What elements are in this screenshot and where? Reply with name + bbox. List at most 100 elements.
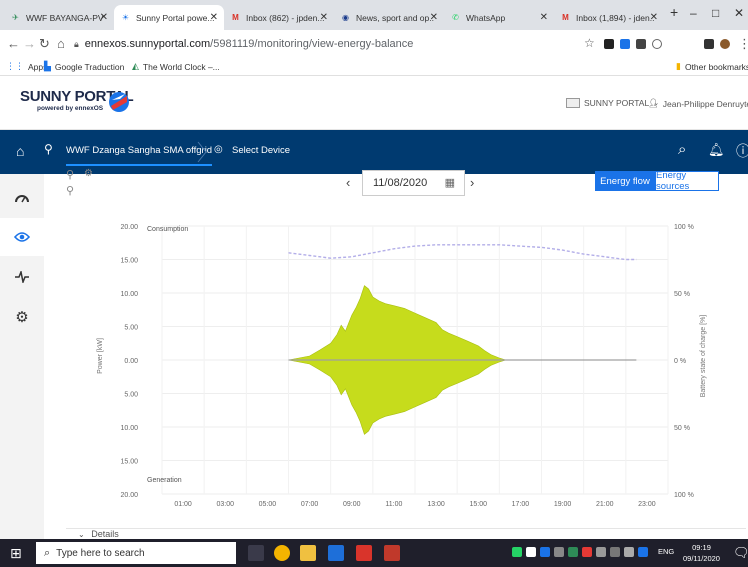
sidebar-item-monitoring[interactable] [0,218,44,256]
powerpoint-icon[interactable] [384,545,400,561]
select-device-link[interactable]: Select Device [232,145,290,156]
tab-sunny-portal[interactable]: ☀ Sunny Portal powe... ✕ [114,5,224,30]
folder-icon: ▮ [676,61,681,71]
forward-arrow-icon[interactable]: → [23,36,36,51]
close-window-button[interactable]: ✕ [734,6,744,20]
kebab-menu-icon[interactable]: ⋮ [738,36,748,52]
tab-favicon-icon: ☀ [121,13,130,22]
tab-inbox-1894[interactable]: M Inbox (1,894) - jden... ✕ [554,5,664,30]
taskbar-search-field[interactable]: ⌕ Type here to search [36,542,236,564]
url-host: ennexos.sunnyportal.com [84,38,211,50]
extension-icon[interactable] [636,39,646,49]
close-tab-icon[interactable]: ✕ [650,12,658,23]
profile-avatar-icon[interactable] [720,39,730,49]
task-view-icon[interactable] [248,545,264,561]
star-icon[interactable]: ☆ [584,36,595,50]
portal-menu[interactable]: SUNNY PORTAL ⌄ [566,98,659,108]
tray-icon[interactable] [512,547,522,557]
sidebar-item-settings[interactable]: ⚙ [0,298,44,336]
x-tick-label: 15:00 [469,501,487,508]
left-tick-label: 20.00 [120,224,138,231]
volume-icon[interactable] [624,547,634,557]
user-menu[interactable]: 👤︎ Jean-Philippe Denruyter [648,98,748,109]
language-indicator[interactable]: ENG [658,547,674,556]
portal-header: SUNNY PORTAL powered by ennexOS SUNNY PO… [0,77,748,130]
home-icon[interactable]: ⌂ [57,36,65,51]
bookmarks-bar: ⋮⋮ Apps ▙ Google Traduction ◭ The World … [0,58,748,76]
extension-icon[interactable] [620,39,630,49]
tab-whatsapp[interactable]: ✆ WhatsApp ✕ [444,5,554,30]
bell-icon[interactable]: 🔔︎ [708,142,725,158]
right-tick-label: 50 % [674,425,690,432]
chevron-down-icon: ⌄ [78,530,85,539]
tab-news[interactable]: ◉ News, sport and op... ✕ [334,5,444,30]
wifi-icon[interactable] [610,547,620,557]
back-arrow-icon[interactable]: ← [7,36,20,51]
extension-icon[interactable] [604,39,614,49]
app-icon[interactable] [356,545,372,561]
chrome-icon[interactable] [274,545,290,561]
restore-button[interactable]: □ [712,6,719,20]
search-icon[interactable]: ⌕ [678,141,686,158]
calendar-icon: ▦ [444,177,455,189]
address-bar-row: ← → ↻ ⌂ 🔒︎ ennexos.sunnyportal.com /5981… [0,30,748,58]
file-explorer-icon[interactable] [300,545,316,561]
taskbar-clock[interactable]: 09:19 09/11/2020 [683,542,720,564]
close-tab-icon[interactable]: ✕ [210,12,218,23]
previous-day-button[interactable]: ‹ [346,175,350,190]
tab-inbox-862[interactable]: M Inbox (862) - jpden... ✕ [224,5,334,30]
home-icon[interactable]: ⌂ [16,143,24,159]
url-field[interactable]: 🔒︎ ennexos.sunnyportal.com /5981119/moni… [74,34,574,54]
next-day-button[interactable]: › [470,175,474,190]
close-tab-icon[interactable]: ✕ [320,12,328,23]
bookmark-google-traduction[interactable]: ▙ Google Traduction [44,61,124,72]
bookmark-world-clock[interactable]: ◭ The World Clock –... [132,61,220,72]
plant-name-link[interactable]: WWF Dzanga Sangha SMA offgrid [66,145,213,166]
onedrive-icon[interactable] [638,547,648,557]
plant-nav-bar: ⌂ ⚲ WWF Dzanga Sangha SMA offgrid ◎ Sele… [0,130,748,174]
tray-icon[interactable] [526,547,536,557]
info-icon[interactable]: ⓘ [736,141,748,161]
network-icon[interactable] [596,547,606,557]
bookmark-other[interactable]: ▮ Other bookmarks [676,61,748,72]
close-tab-icon[interactable]: ✕ [100,12,108,23]
energy-flow-button[interactable]: Energy flow [595,171,655,191]
new-tab-button[interactable]: + [670,4,678,20]
gmail-icon: M [562,13,569,22]
minimize-button[interactable]: – [690,6,697,20]
settings-small-icon[interactable]: ⚙ [84,168,93,179]
x-tick-label: 11:00 [385,501,402,508]
close-tab-icon[interactable]: ✕ [540,12,548,23]
close-tab-icon[interactable]: ✕ [430,12,438,23]
tray-icon[interactable] [540,547,550,557]
tab-wwf-bayanga[interactable]: ✈ WWF BAYANGA-PV ... ✕ [4,5,114,30]
left-tick-label: 10.00 [120,425,138,432]
bookmark-apps[interactable]: ⋮⋮ Apps [6,61,47,72]
clock-time: 09:19 [692,543,711,552]
extensions-puzzle-icon[interactable] [704,39,714,49]
bookmark-label: Google Traduction [54,61,125,72]
tray-icon[interactable] [568,547,578,557]
device-select-icon: ◎ [214,144,223,155]
sidebar-item-dashboard[interactable] [0,178,44,216]
zoom-in-icon[interactable]: ⚲ [66,168,74,181]
energy-balance-chart: 20.00 15.00 10.00 5.00 0.00 5.00 10.00 15.00 20.… [97,224,707,508]
notifications-icon[interactable]: 🗨︎ [733,545,748,561]
sidebar-item-analysis[interactable] [0,258,44,296]
browser-tab-strip: ✈ WWF BAYANGA-PV ... ✕ ☀ Sunny Portal po… [0,0,748,30]
tab-label: Inbox (862) - jpden... [246,12,325,23]
x-tick-label: 03:00 [216,501,234,508]
x-tick-label: 01:00 [174,501,192,508]
translate-icon: ▙ [44,61,51,71]
extension-icon[interactable] [652,39,662,49]
date-picker[interactable]: 11/08/2020 ▦ [362,170,465,196]
windows-start-icon[interactable]: ⊞ [10,545,22,562]
reload-icon[interactable]: ↻ [39,36,50,52]
tray-icon[interactable] [554,547,564,557]
x-tick-label: 09:00 [343,501,361,508]
energy-sources-button[interactable]: Energy sources [655,170,719,192]
tray-icon[interactable] [582,547,592,557]
x-tick-label: 07:00 [301,501,319,508]
gear-icon: ⚙ [15,309,29,326]
edge-icon[interactable] [328,545,344,561]
